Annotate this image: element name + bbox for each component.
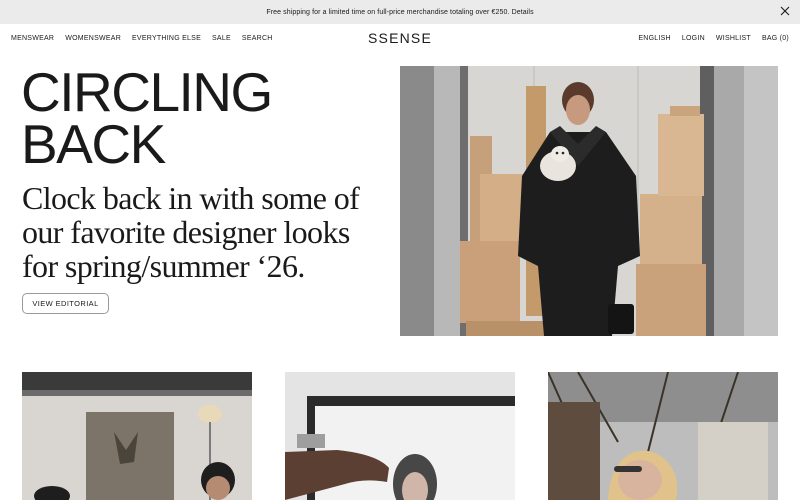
hero-title: CIRCLING BACK <box>21 65 351 172</box>
editorial-image-1 <box>22 372 252 500</box>
nav-right-group: ENGLISH LOGIN WISHLIST BAG (0) <box>638 35 789 42</box>
main-nav: MENSWEAR WOMENSWEAR EVERYTHING ELSE SALE… <box>0 24 800 54</box>
editorial-image-2 <box>285 372 515 500</box>
editorial-card-3[interactable] <box>548 372 778 500</box>
nav-wishlist[interactable]: WISHLIST <box>716 35 751 42</box>
nav-bag[interactable]: BAG (0) <box>762 35 789 42</box>
nav-language[interactable]: ENGLISH <box>638 35 670 42</box>
hero-image-illustration <box>400 66 778 336</box>
editorial-image-3 <box>548 372 778 500</box>
hero-image[interactable] <box>400 66 778 336</box>
editorial-card-1[interactable] <box>22 372 252 500</box>
view-editorial-button[interactable]: VIEW EDITORIAL <box>22 293 109 314</box>
nav-login[interactable]: LOGIN <box>682 35 705 42</box>
editorial-card-2[interactable] <box>285 372 515 500</box>
promo-banner: Free shipping for a limited time on full… <box>0 0 800 24</box>
close-icon[interactable] <box>780 6 790 16</box>
hero-subtitle: Clock back in with some of our favorite … <box>22 180 360 284</box>
promo-text[interactable]: Free shipping for a limited time on full… <box>266 9 533 16</box>
hero-title-line2: BACK <box>21 113 166 175</box>
